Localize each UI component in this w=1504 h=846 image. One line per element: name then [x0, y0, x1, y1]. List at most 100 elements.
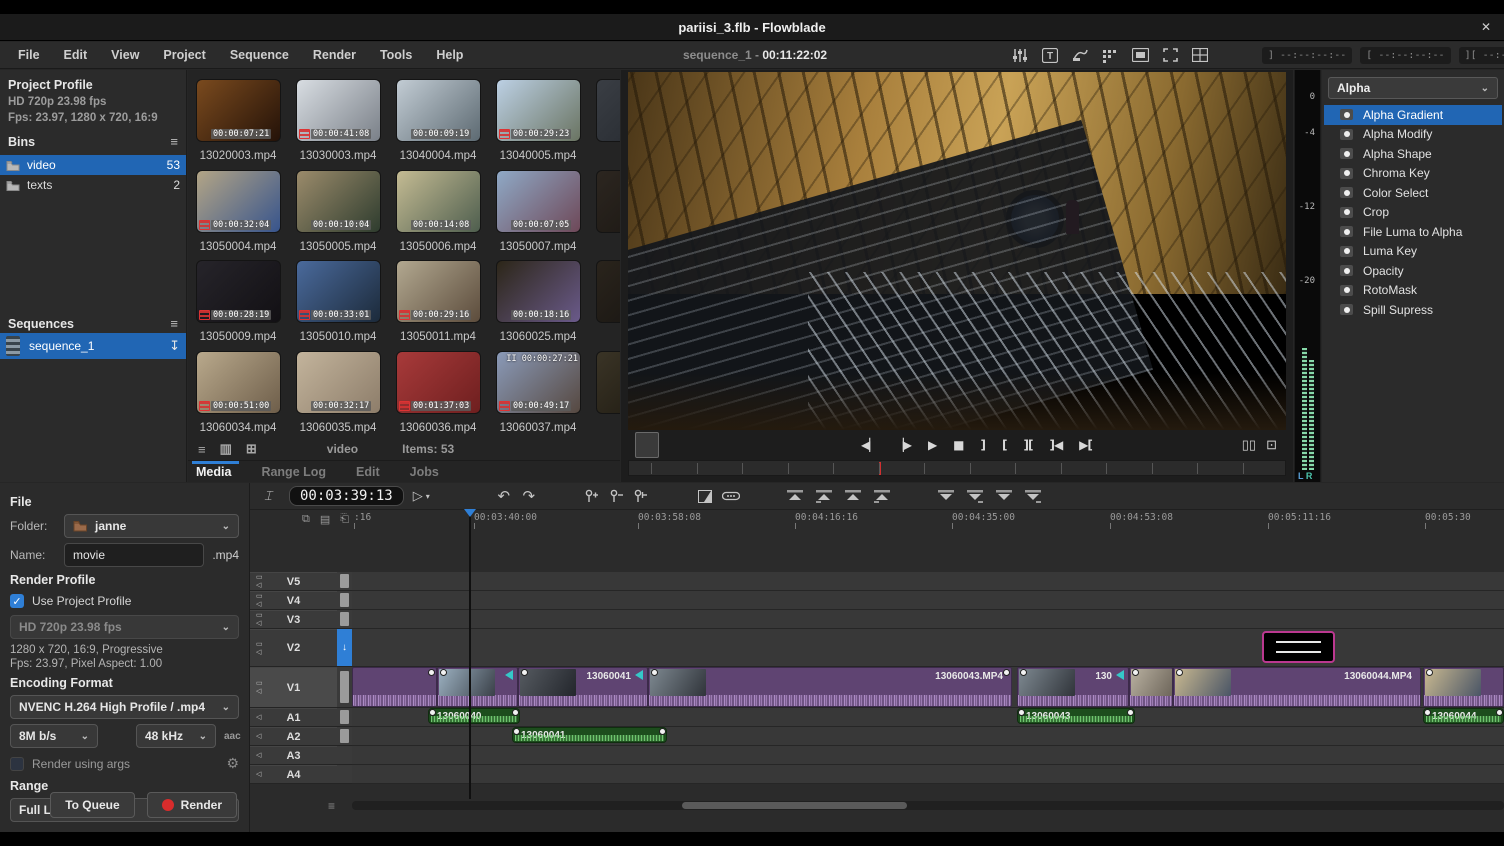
track-head-v2[interactable]: ▭◁V2	[250, 629, 337, 667]
folder-dropdown[interactable]: janne ⌄	[64, 514, 239, 538]
menu-file[interactable]: File	[8, 44, 50, 66]
media-item[interactable]: 00:00:10:0413050005.mp4	[288, 167, 388, 257]
media-item[interactable]: 00:00:32:0413050004.mp4	[188, 167, 288, 257]
filter-alpha-gradient[interactable]: Alpha Gradient	[1324, 105, 1502, 125]
to-mark-out-button[interactable]: ▶[	[1079, 438, 1092, 452]
insert-clip-button[interactable]	[874, 487, 890, 505]
audio-clip-13060044[interactable]: 13060044	[1423, 708, 1504, 724]
ruler-view-icon[interactable]: ⧉	[302, 513, 310, 526]
marker-menu-button[interactable]	[634, 487, 650, 505]
playhead-marker[interactable]	[464, 509, 476, 517]
menu-help[interactable]: Help	[426, 44, 473, 66]
overwrite-range-button[interactable]	[787, 487, 803, 505]
fade-handle[interactable]	[440, 669, 447, 676]
checkbox-checked-icon[interactable]: ✓	[10, 594, 24, 608]
list-view-icon[interactable]: ▥	[220, 441, 232, 457]
video-clip-13060044.mp4[interactable]: 13060044.MP4	[1173, 667, 1421, 707]
video-clip-130[interactable]: 130	[1017, 667, 1129, 707]
redo-button[interactable]: ↷	[521, 487, 537, 505]
stop-button[interactable]: ■	[953, 438, 963, 452]
video-clip-13060041[interactable]: 13060041	[518, 667, 648, 707]
picture-in-picture-icon[interactable]: ⊡	[1266, 437, 1277, 453]
media-relink-icon[interactable]	[1130, 46, 1150, 64]
fade-handle[interactable]	[1018, 709, 1025, 716]
encoding-dropdown[interactable]: NVENC H.264 High Profile / .mp4 ⌄	[10, 695, 239, 719]
render-args-row[interactable]: Render using args ⚙	[10, 755, 239, 772]
clear-marks-button[interactable]: ][	[1023, 438, 1032, 452]
fade-handle[interactable]	[1127, 709, 1134, 716]
menu-sequence[interactable]: Sequence	[220, 44, 299, 66]
clip-view-toggle[interactable]	[635, 432, 659, 458]
audio-clip-13060040[interactable]: 13060040	[428, 708, 520, 724]
bin-row-video[interactable]: video53	[0, 155, 186, 175]
fade-handle[interactable]	[1424, 709, 1431, 716]
fade-handle[interactable]	[1020, 669, 1027, 676]
track-head-a1[interactable]: ◁A1	[250, 708, 337, 727]
menu-project[interactable]: Project	[153, 44, 215, 66]
menu-edit[interactable]: Edit	[54, 44, 98, 66]
monitor-scrub-bar[interactable]	[628, 460, 1286, 476]
filter-alpha-shape[interactable]: Alpha Shape	[1324, 144, 1502, 164]
filter-chroma-key[interactable]: Chroma Key	[1324, 164, 1502, 184]
track-head-a3[interactable]: ◁A3	[250, 746, 337, 765]
samplerate-dropdown[interactable]: 48 kHz ⌄	[136, 724, 216, 748]
to-mark-in-button[interactable]: ]◀	[1049, 438, 1062, 452]
media-item[interactable]: 130	[588, 76, 620, 166]
two-roll-view-icon[interactable]: ▯▯	[1242, 437, 1256, 453]
bins-menu-icon[interactable]: ≡	[170, 134, 178, 149]
sequence-row-sequence_1[interactable]: sequence_1↧	[0, 333, 186, 359]
video-clip-13060043.mp4[interactable]: 13060043.MP4	[648, 667, 1012, 707]
load-sequence-icon[interactable]: ↧	[169, 338, 180, 354]
media-item[interactable]: 00:00:41:0813030003.mp4	[288, 76, 388, 166]
fade-handle[interactable]	[521, 669, 528, 676]
track-active-toggle-a1[interactable]	[337, 708, 352, 727]
fade-handle[interactable]	[1426, 669, 1433, 676]
video-clip[interactable]	[1129, 667, 1173, 707]
prev-frame-button[interactable]: ◀▏	[861, 438, 877, 452]
track-lane-a1[interactable]: 130600401306004313060044	[352, 708, 1504, 727]
track-active-toggle-a4[interactable]	[337, 765, 352, 784]
insert-tool-icon[interactable]: ⌶	[260, 487, 276, 505]
media-item[interactable]: 00:00:51:0013060034.mp4	[188, 348, 288, 438]
menu-render[interactable]: Render	[303, 44, 366, 66]
fade-handle[interactable]	[1003, 669, 1010, 676]
track-head-a2[interactable]: ◁A2	[250, 727, 337, 746]
media-item[interactable]: 00:00:14:0813050006.mp4	[388, 167, 488, 257]
splice-out-button[interactable]	[938, 487, 954, 505]
ruler-view-icon[interactable]: ▤	[320, 513, 330, 526]
fade-handle[interactable]	[428, 669, 435, 676]
add-marker-button[interactable]	[584, 487, 600, 505]
video-clip[interactable]	[437, 667, 518, 707]
audio-levels-icon[interactable]	[1010, 46, 1030, 64]
gear-icon[interactable]: ⚙	[226, 755, 239, 772]
fullscreen-icon[interactable]	[1160, 46, 1180, 64]
to-queue-button[interactable]: To Queue	[50, 792, 134, 818]
track-active-toggle-v3[interactable]	[337, 610, 352, 629]
media-item[interactable]: II 00:00:27:2100:00:49:1713060037.mp4	[488, 348, 588, 438]
filter-opacity[interactable]: Opacity	[1324, 261, 1502, 281]
track-lane-v4[interactable]	[352, 591, 1504, 610]
close-icon[interactable]: ✕	[1476, 17, 1496, 37]
track-active-toggle-a3[interactable]	[337, 746, 352, 765]
media-item[interactable]: 00:00:07:2113020003.mp4	[188, 76, 288, 166]
timeline-scrollbar[interactable]	[352, 801, 1504, 810]
track-active-toggle-v1[interactable]	[337, 667, 352, 708]
track-lane-v2[interactable]	[352, 629, 1504, 667]
media-item[interactable]: 00:00:09:1913040004.mp4	[388, 76, 488, 166]
bin-row-texts[interactable]: texts2	[0, 175, 186, 195]
media-item[interactable]: 00:00:18:1613060025.mp4	[488, 257, 588, 347]
batch-render-icon[interactable]	[1100, 46, 1120, 64]
track-head-a4[interactable]: ◁A4	[250, 765, 337, 784]
media-item[interactable]: 130	[588, 257, 620, 347]
track-head-v5[interactable]: ▭◁V5	[250, 572, 337, 591]
tab-range-log[interactable]: Range Log	[259, 461, 328, 482]
filter-luma-key[interactable]: Luma Key	[1324, 242, 1502, 262]
use-project-profile-row[interactable]: ✓ Use Project Profile	[10, 594, 239, 608]
filter-spill-supress[interactable]: Spill Supress	[1324, 300, 1502, 320]
media-item[interactable]: 00:00:33:0113050010.mp4	[288, 257, 388, 347]
media-item[interactable]: 00:00:32:1713060035.mp4	[288, 348, 388, 438]
track-active-toggle-v4[interactable]	[337, 591, 352, 610]
media-item[interactable]: 130	[588, 348, 620, 438]
media-item[interactable]: 00:00:07:0513050007.mp4	[488, 167, 588, 257]
menu-view[interactable]: View	[101, 44, 149, 66]
